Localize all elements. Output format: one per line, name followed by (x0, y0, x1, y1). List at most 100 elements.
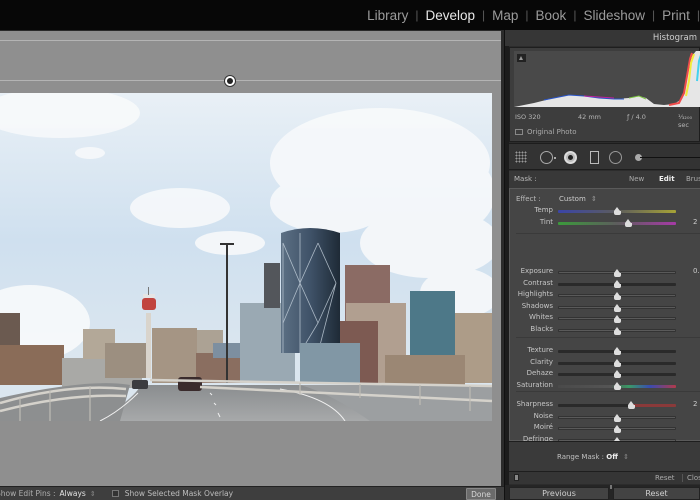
slider-thumb[interactable] (613, 303, 621, 312)
slider-track[interactable] (558, 292, 676, 301)
slider-thumb[interactable] (613, 207, 621, 215)
panel-toggle-switch[interactable] (514, 474, 519, 481)
slider-track[interactable] (558, 303, 676, 312)
module-book[interactable]: Book (529, 8, 574, 23)
slider-track[interactable] (558, 315, 676, 324)
slider-track[interactable] (558, 327, 676, 335)
slider-track[interactable] (558, 269, 676, 277)
slider-track[interactable] (558, 279, 676, 288)
crop-icon[interactable] (540, 151, 556, 164)
slider-thumb[interactable] (625, 218, 633, 227)
shadow-clipping-icon[interactable] (517, 54, 526, 62)
slider-thumb[interactable] (613, 358, 621, 367)
spot-removal-icon[interactable] (564, 151, 577, 164)
slider-thumb[interactable] (627, 401, 635, 409)
module-develop[interactable]: Develop (418, 8, 482, 23)
chevron-updown-icon[interactable]: ⇕ (591, 195, 597, 203)
slider-thumb[interactable] (613, 292, 621, 301)
mask-overlay-label[interactable]: Show Selected Mask Overlay (125, 489, 233, 498)
right-panel: Histogram ISO 320 42 mm ƒ / 4.0 ¹⁄₃₂₀₀ s… (505, 30, 700, 500)
graduated-filter-pin[interactable] (224, 75, 236, 87)
slider-thumb[interactable] (613, 370, 621, 379)
slider-track[interactable] (558, 401, 676, 409)
mask-edit-button[interactable]: Edit (659, 175, 675, 183)
previous-button[interactable]: Previous (509, 487, 609, 500)
slider-group-divider (516, 233, 700, 234)
slider-noise: Noise (510, 412, 700, 423)
grid-overlay-icon[interactable] (515, 151, 527, 163)
exif-aperture: ƒ / 4.0 (627, 113, 646, 121)
panel-reset-button[interactable]: Reset (655, 474, 675, 482)
slider-track[interactable] (558, 370, 676, 379)
exif-focal-length: 42 mm (578, 113, 602, 121)
tool-divider (640, 157, 700, 158)
slider-sharpness: Sharpness 2 (510, 400, 700, 411)
slider-track[interactable] (558, 413, 676, 422)
module-slideshow[interactable]: Slideshow (576, 8, 652, 23)
slider-thumb[interactable] (613, 315, 621, 324)
original-photo-toggle[interactable]: Original Photo (515, 128, 577, 136)
histogram-header[interactable]: Histogram (505, 30, 700, 46)
done-button[interactable]: Done (466, 488, 496, 500)
slider-thumb[interactable] (613, 381, 621, 390)
radial-filter-icon[interactable] (609, 151, 622, 164)
module-print[interactable]: Print (655, 8, 697, 23)
slider-track[interactable] (558, 358, 676, 367)
mask-row: Mask : New Edit Brush (509, 171, 700, 188)
histogram-panel: ISO 320 42 mm ƒ / 4.0 ¹⁄₃₂₀₀ sec Origina… (509, 47, 700, 142)
slider-whites: Whites (510, 313, 700, 324)
slider-value[interactable]: 2 (693, 218, 697, 226)
slider-thumb[interactable] (613, 425, 621, 434)
panel-footer: Reset Close (509, 471, 700, 484)
slider-track[interactable] (558, 381, 676, 390)
slider-label: Dehaze (526, 369, 553, 378)
image-workspace[interactable] (0, 30, 504, 487)
slider-thumb[interactable] (613, 269, 621, 277)
histogram-graph (514, 51, 700, 107)
graduated-filter-guide-top[interactable] (0, 40, 502, 41)
panel-close-button[interactable]: Close (687, 474, 700, 482)
slider-label: Shadows (521, 301, 553, 310)
slider-shadows: Shadows (510, 302, 700, 313)
photo-preview[interactable] (0, 93, 492, 421)
slider-value[interactable]: 2 (693, 400, 697, 408)
range-mask-label: Range Mask : (557, 453, 605, 461)
tool-strip (509, 143, 700, 170)
panel-divider[interactable] (501, 31, 504, 487)
slider-track[interactable] (558, 218, 676, 227)
slider-thumb[interactable] (613, 413, 621, 422)
slider-highlights: Highlights (510, 290, 700, 301)
slider-track[interactable] (558, 207, 676, 215)
slider-thumb[interactable] (613, 279, 621, 288)
slider-thumb[interactable] (613, 347, 621, 355)
slider-value[interactable]: 0.0 (693, 267, 700, 275)
original-photo-checkbox[interactable] (515, 129, 523, 135)
mask-brush-button[interactable]: Brush (686, 175, 700, 183)
footer-separator (682, 474, 683, 482)
slider-label: Sharpness (516, 400, 553, 408)
effect-label: Effect : (516, 195, 541, 203)
chevron-updown-icon[interactable]: ⇕ (623, 453, 629, 461)
effect-preset-select[interactable]: Custom (559, 195, 586, 203)
mask-overlay-checkbox[interactable] (111, 490, 119, 497)
mask-new-button[interactable]: New (629, 175, 644, 183)
show-edit-pins-label: Show Edit Pins : (0, 489, 56, 498)
graduated-filter-guide-center[interactable] (0, 80, 502, 81)
slider-track[interactable] (558, 347, 676, 355)
slider-label: Whites (528, 313, 553, 322)
slider-track[interactable] (558, 425, 676, 434)
module-library[interactable]: Library (360, 8, 415, 23)
panel-grip-handle[interactable] (610, 485, 612, 489)
slider-blacks: Blacks (510, 325, 700, 336)
graduated-filter-icon[interactable] (590, 151, 599, 164)
histogram-plot[interactable] (514, 51, 700, 107)
range-mask-value[interactable]: Off (606, 453, 618, 461)
chevron-updown-icon[interactable]: ⇕ (90, 490, 96, 498)
range-mask-select[interactable]: Range Mask : Off ⇕ (557, 453, 629, 461)
module-map[interactable]: Map (485, 8, 525, 23)
show-edit-pins-select[interactable]: Always (60, 489, 86, 498)
slider-thumb[interactable] (613, 327, 621, 335)
slider-temp: Temp (510, 206, 700, 217)
reset-button[interactable]: Reset (613, 487, 700, 500)
slider-label: Temp (534, 206, 553, 214)
